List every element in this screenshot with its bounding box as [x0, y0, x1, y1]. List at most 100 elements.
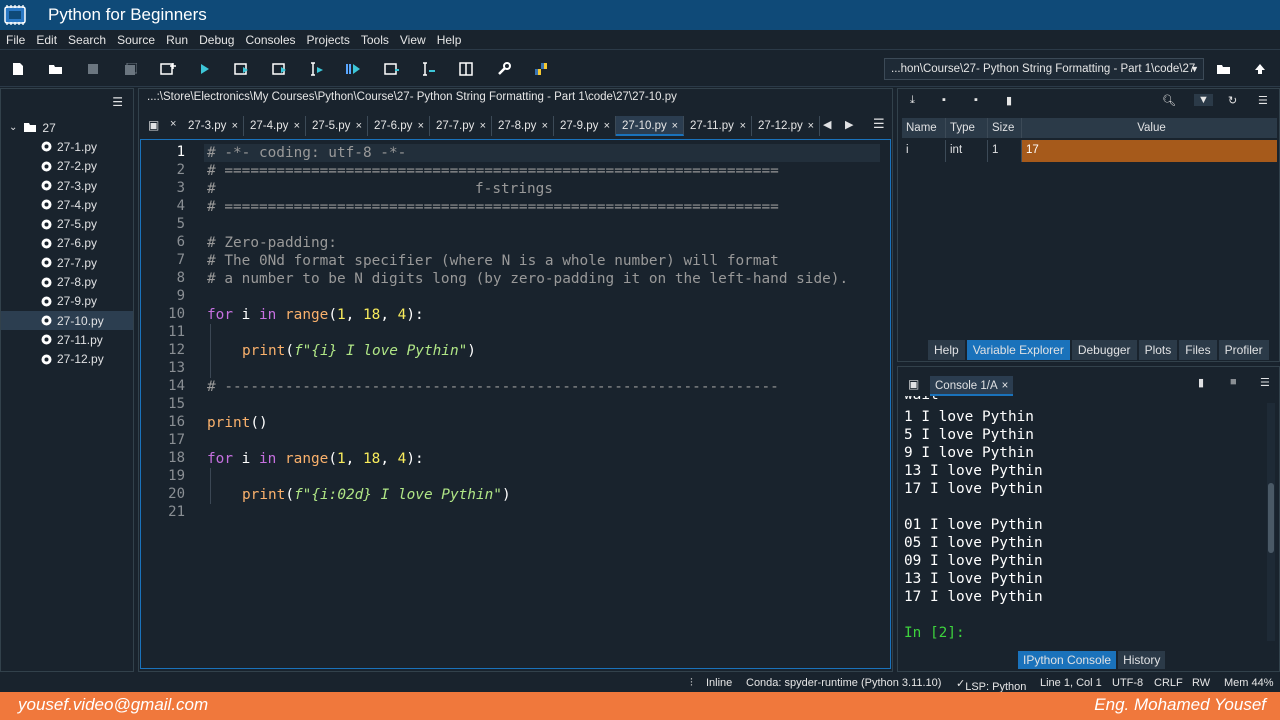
code-text[interactable]: # -*- coding: utf-8 -*- # ==============…	[204, 140, 890, 668]
scroll-tabs-left-icon[interactable]: ◀	[823, 118, 831, 131]
status-inline[interactable]: Inline	[706, 677, 732, 689]
close-icon[interactable]: ×	[232, 116, 238, 136]
close-tab-icon[interactable]: ×	[170, 118, 176, 130]
chevron-down-icon[interactable]: ▼	[1190, 59, 1199, 79]
tab-help[interactable]: Help	[928, 340, 965, 360]
debug-file-icon[interactable]	[381, 59, 403, 79]
file-item[interactable]: 27-9.py	[1, 292, 133, 311]
close-icon[interactable]: ×	[740, 116, 746, 136]
tab-27-9[interactable]: 27-9.py ×	[554, 116, 616, 136]
table-row[interactable]: i int 1 17	[902, 140, 1277, 162]
column-type[interactable]: Type	[946, 118, 988, 138]
menu-edit[interactable]: Edit	[30, 33, 62, 47]
menu-tools[interactable]: Tools	[355, 33, 394, 47]
save-all-icon[interactable]	[119, 59, 141, 79]
scrollbar-thumb[interactable]	[1268, 483, 1274, 553]
python-path-icon[interactable]	[530, 59, 552, 79]
save-data-as-icon[interactable]: ▪	[974, 94, 978, 106]
scroll-tabs-right-icon[interactable]: ▶	[845, 118, 853, 131]
close-icon[interactable]: ×	[604, 116, 610, 136]
save-data-icon[interactable]: ▪	[942, 94, 946, 106]
column-size[interactable]: Size	[988, 118, 1022, 138]
close-icon[interactable]: ×	[294, 116, 300, 136]
search-icon[interactable]: 🔍︎	[1162, 94, 1176, 107]
hamburger-menu-icon[interactable]: ☰	[1258, 94, 1268, 107]
file-item[interactable]: 27-6.py	[1, 234, 133, 253]
run-cell-advance-icon[interactable]	[269, 59, 291, 79]
console-scrollbar[interactable]	[1267, 403, 1275, 641]
tab-debugger[interactable]: Debugger	[1071, 340, 1137, 360]
file-item[interactable]: 27-11.py	[1, 330, 133, 349]
code-editor[interactable]: 1 2 3 4 5 6 7 8 9 10 11 12 13 14 15 16 1…	[140, 139, 891, 669]
close-icon[interactable]: ×	[418, 116, 424, 136]
tab-27-10[interactable]: 27-10.py ×	[616, 116, 684, 136]
run-selection-icon[interactable]	[306, 59, 328, 79]
file-item-selected[interactable]: 27-10.py	[1, 310, 133, 331]
status-conda[interactable]: Conda: spyder-runtime (Python 3.11.10)	[746, 677, 941, 689]
close-icon[interactable]: ×	[1002, 380, 1009, 392]
column-name[interactable]: Name	[902, 118, 946, 138]
file-item[interactable]: 27-4.py	[1, 195, 133, 214]
file-item[interactable]: 27-7.py	[1, 253, 133, 272]
run-to-line-icon[interactable]	[343, 59, 365, 79]
close-icon[interactable]: ×	[480, 116, 486, 136]
status-lsp[interactable]: ✓ LSP: Python	[956, 677, 1026, 693]
column-value[interactable]: Value	[1022, 118, 1277, 138]
filter-icon[interactable]: ▼	[1194, 94, 1213, 106]
run-cell-icon[interactable]	[231, 59, 253, 79]
remove-all-variables-icon[interactable]: ▮	[1006, 94, 1012, 107]
tab-27-3[interactable]: 27-3.py ×	[182, 116, 244, 136]
file-item[interactable]: 27-1.py	[1, 137, 133, 156]
browse-tabs-icon[interactable]: ▣	[148, 118, 159, 132]
close-icon[interactable]: ×	[542, 116, 548, 136]
new-file-icon[interactable]	[7, 59, 29, 79]
tab-27-6[interactable]: 27-6.py ×	[368, 116, 430, 136]
menu-file[interactable]: File	[0, 33, 30, 47]
tab-ipython-console[interactable]: IPython Console	[1018, 651, 1117, 669]
tab-27-8[interactable]: 27-8.py ×	[492, 116, 554, 136]
debug-selection-icon[interactable]	[418, 59, 440, 79]
chevron-down-icon[interactable]: ⌄	[9, 122, 17, 133]
import-data-icon[interactable]: ⤓	[910, 94, 915, 107]
tab-profiler[interactable]: Profiler	[1218, 340, 1269, 360]
refresh-icon[interactable]: ↻	[1228, 94, 1237, 107]
menu-view[interactable]: View	[394, 33, 431, 47]
tab-27-12[interactable]: 27-12.py ×	[752, 116, 820, 136]
close-icon[interactable]: ×	[356, 116, 362, 136]
parent-directory-icon[interactable]	[1249, 59, 1271, 79]
new-cell-icon[interactable]	[157, 59, 179, 79]
menu-debug[interactable]: Debug	[193, 33, 239, 47]
tab-variable-explorer[interactable]: Variable Explorer	[966, 340, 1070, 360]
preferences-wrench-icon[interactable]	[493, 59, 515, 79]
tab-27-5[interactable]: 27-5.py ×	[306, 116, 368, 136]
tab-console-1a[interactable]: Console 1/A ×	[930, 376, 1014, 396]
tab-plots[interactable]: Plots	[1138, 340, 1178, 360]
close-icon[interactable]: ×	[808, 116, 814, 136]
hamburger-menu-icon[interactable]: ☰	[112, 95, 123, 109]
tab-files[interactable]: Files	[1179, 340, 1217, 360]
menu-projects[interactable]: Projects	[301, 33, 355, 47]
working-directory-combobox[interactable]: ...hon\Course\27- Python String Formatti…	[884, 58, 1204, 80]
browse-folder-icon[interactable]	[1212, 59, 1234, 79]
hamburger-menu-icon[interactable]: ☰	[873, 116, 885, 132]
tab-27-4[interactable]: 27-4.py ×	[244, 116, 306, 136]
file-item[interactable]: 27-2.py	[1, 157, 133, 176]
console-tabs-icon[interactable]: ▣	[908, 377, 919, 391]
open-file-icon[interactable]	[44, 59, 66, 79]
file-item[interactable]: 27-3.py	[1, 176, 133, 195]
menu-help[interactable]: Help	[431, 33, 467, 47]
close-icon[interactable]: ×	[672, 116, 678, 136]
menu-source[interactable]: Source	[111, 33, 160, 47]
file-item[interactable]: 27-5.py	[1, 214, 133, 233]
console-output[interactable]: wait 1 I love Pythin 5 I love Pythin 9 I…	[900, 396, 1268, 648]
tab-history[interactable]: History	[1118, 651, 1166, 669]
file-item[interactable]: 27-8.py	[1, 272, 133, 291]
menu-consoles[interactable]: Consoles	[239, 33, 300, 47]
menu-search[interactable]: Search	[62, 33, 111, 47]
tab-27-7[interactable]: 27-7.py ×	[430, 116, 492, 136]
save-icon[interactable]	[82, 59, 104, 79]
stop-icon[interactable]: ■	[1230, 376, 1237, 388]
run-file-icon[interactable]	[194, 59, 216, 79]
hamburger-menu-icon[interactable]: ☰	[1260, 376, 1270, 389]
menu-run[interactable]: Run	[160, 33, 193, 47]
